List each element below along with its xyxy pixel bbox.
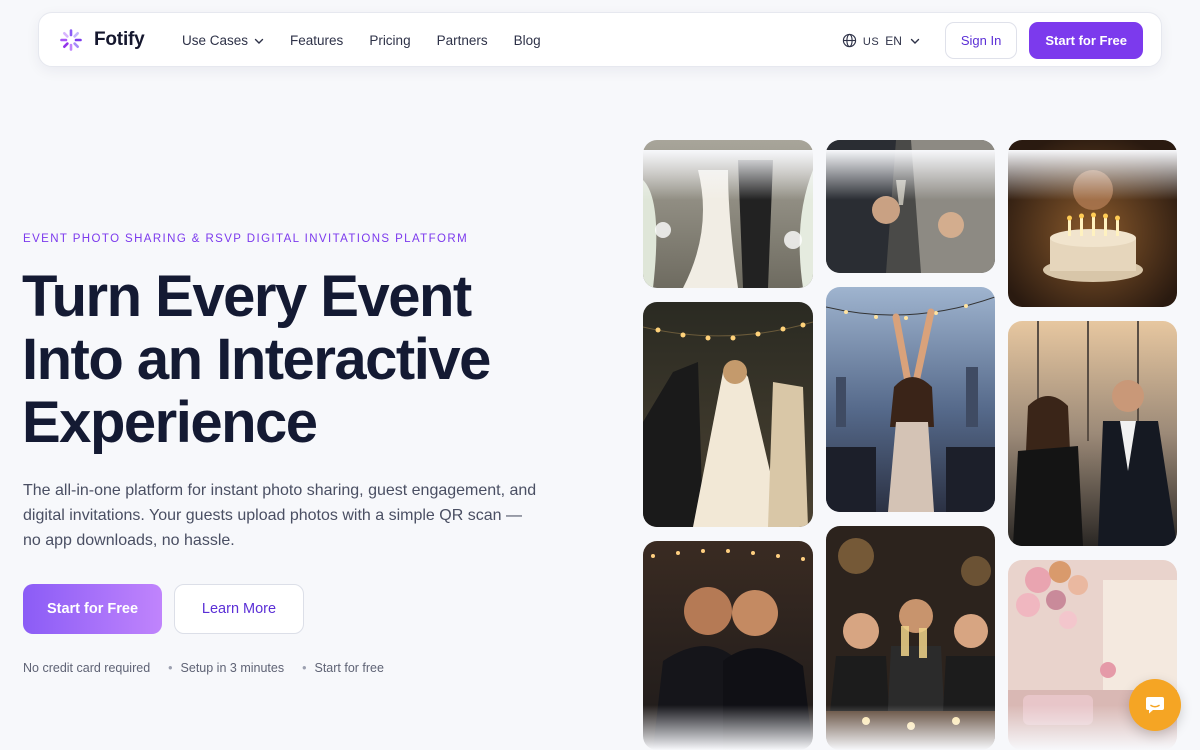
sign-in-button[interactable]: Sign In <box>944 22 1018 59</box>
nav-link-features[interactable]: Features <box>290 33 343 48</box>
start-free-nav-button[interactable]: Start for Free <box>1029 22 1143 59</box>
nav-link-label: Blog <box>513 33 541 48</box>
photo-friends-hugging <box>643 541 813 750</box>
globe-icon <box>842 33 857 48</box>
photo-rooftop-party <box>1008 321 1177 546</box>
language-code: EN <box>885 33 902 48</box>
photo-rooftop-dancer <box>826 287 995 512</box>
nav-link-label: Use Cases <box>182 33 249 48</box>
chevron-down-icon <box>254 38 264 44</box>
photo-birthday-cake <box>1008 140 1177 307</box>
start-free-button[interactable]: Start for Free <box>23 584 162 634</box>
nav-link-label: Partners <box>436 33 488 48</box>
chevron-down-icon <box>910 38 920 44</box>
nav-link-label: Features <box>290 33 344 48</box>
headline-line: Experience <box>22 390 318 455</box>
nav-actions: US EN Sign In Start for Free <box>842 13 1143 68</box>
nav-links: Use Cases Features Pricing Partners Blog <box>182 13 567 68</box>
language-selector[interactable]: US EN <box>842 33 920 48</box>
hero-perks: No credit card required • Setup in 3 min… <box>23 661 384 675</box>
hero-eyebrow: EVENT PHOTO SHARING & RSVP DIGITAL INVIT… <box>23 233 469 245</box>
chat-widget-button[interactable] <box>1129 679 1181 731</box>
photo-wedding-altar <box>643 140 813 288</box>
flag-label: US <box>862 35 880 48</box>
nav-link-blog[interactable]: Blog <box>514 33 541 48</box>
chat-icon <box>1146 697 1164 714</box>
nav-link-label: Pricing <box>369 33 411 48</box>
hero-subtext: The all-in-one platform for instant phot… <box>23 482 537 549</box>
fotify-logo-icon <box>60 29 82 51</box>
nav-link-partners[interactable]: Partners <box>437 33 488 48</box>
top-navbar: Fotify Use Cases Features Pricing Partne… <box>38 12 1162 67</box>
photo-wedding-dance <box>643 302 813 527</box>
nav-link-use-cases[interactable]: Use Cases <box>182 33 264 48</box>
hero-cta-row: Start for Free Learn More <box>23 584 304 634</box>
photo-champagne-toast <box>826 526 995 750</box>
perk-item: No credit card required <box>23 661 151 675</box>
learn-more-button[interactable]: Learn More <box>174 584 304 634</box>
photo-wine-toast <box>826 140 995 273</box>
headline-line: Turn Every Event <box>22 264 472 329</box>
nav-link-pricing[interactable]: Pricing <box>369 33 410 48</box>
perk-item: Start for free <box>314 661 384 675</box>
perk-item: Setup in 3 minutes <box>180 661 285 675</box>
brand-logo[interactable]: Fotify <box>59 28 145 52</box>
brand-name: Fotify <box>94 29 145 50</box>
headline-line: Into an Interactive <box>22 327 491 392</box>
bullet-separator: • <box>168 661 173 675</box>
hero-headline: Turn Every Event Into an Interactive Exp… <box>22 265 582 454</box>
bullet-separator: • <box>302 661 307 675</box>
